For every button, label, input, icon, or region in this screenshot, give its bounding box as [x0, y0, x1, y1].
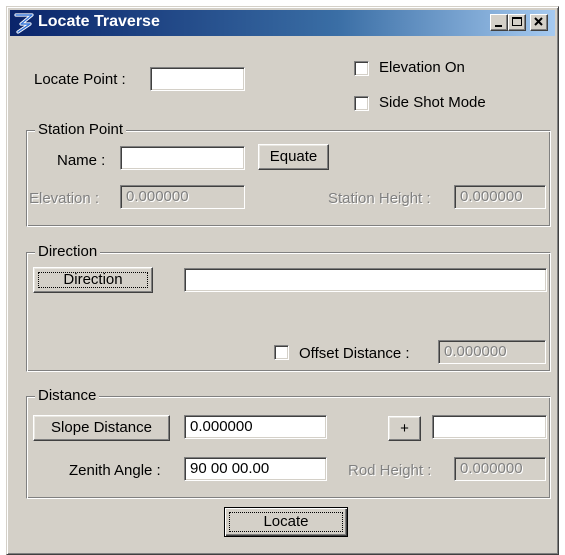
- station-height-label: Station Height :: [328, 190, 431, 207]
- rod-height-field: 0.000000: [454, 457, 546, 481]
- station-height-field: 0.000000: [454, 185, 546, 209]
- focus-outline: [229, 512, 343, 532]
- elevation-label: Elevation :: [29, 190, 100, 207]
- window-title: Locate Traverse: [38, 13, 160, 30]
- station-point-group-title: Station Point: [35, 121, 127, 139]
- maximize-icon: [512, 17, 522, 26]
- direction-group-title: Direction: [35, 243, 101, 261]
- direction-field[interactable]: [184, 268, 547, 292]
- locate-traverse-dialog: Locate Traverse Locate Point : Elevation…: [6, 6, 559, 555]
- elevation-field: 0.000000: [120, 185, 245, 209]
- zenith-angle-label: Zenith Angle :: [69, 462, 161, 479]
- minimize-icon: [495, 25, 502, 27]
- plus-button[interactable]: +: [388, 416, 421, 441]
- offset-distance-label: Offset Distance :: [299, 345, 410, 362]
- microstation-logo-icon: [14, 13, 34, 34]
- locate-button[interactable]: Locate: [224, 507, 348, 537]
- slope-distance-field[interactable]: 0.000000: [184, 415, 327, 439]
- locate-point-field[interactable]: [150, 67, 245, 91]
- slope-distance-button[interactable]: Slope Distance: [33, 415, 170, 441]
- rod-height-label: Rod Height :: [348, 462, 432, 479]
- name-field[interactable]: [120, 146, 245, 170]
- distance-group-title: Distance: [35, 387, 100, 405]
- minimize-button[interactable]: [490, 14, 508, 31]
- direction-button[interactable]: Direction: [33, 267, 153, 293]
- zenith-angle-field[interactable]: 90 00 00.00: [184, 457, 327, 481]
- title-bar[interactable]: Locate Traverse: [10, 10, 555, 36]
- focus-outline: [38, 272, 148, 288]
- plus-field[interactable]: [432, 415, 547, 439]
- maximize-button[interactable]: [508, 14, 526, 31]
- name-label: Name :: [57, 152, 106, 169]
- side-shot-mode-label: Side Shot Mode: [379, 94, 486, 111]
- elevation-on-label: Elevation On: [379, 59, 465, 76]
- equate-button[interactable]: Equate: [258, 144, 329, 170]
- locate-point-label: Locate Point :: [34, 71, 126, 88]
- offset-distance-checkbox[interactable]: [274, 345, 289, 360]
- close-button[interactable]: [530, 14, 548, 31]
- offset-distance-field: 0.000000: [438, 340, 546, 364]
- distance-group: Distance: [26, 387, 551, 499]
- side-shot-mode-checkbox[interactable]: [354, 96, 369, 111]
- elevation-on-checkbox[interactable]: [354, 61, 369, 76]
- close-icon: [534, 17, 543, 26]
